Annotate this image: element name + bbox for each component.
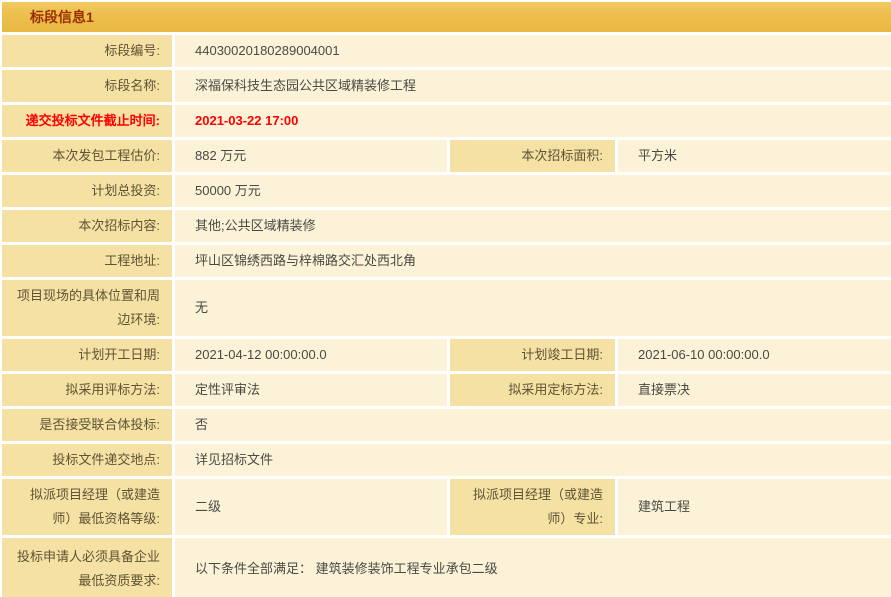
field-label: 拟派项目经理（或建造师）专业: <box>450 479 615 535</box>
field-value: 平方米 <box>618 140 891 172</box>
field-label: 本次招标内容: <box>2 210 172 242</box>
field-value: 坪山区锦绣西路与梓棉路交汇处西北角 <box>175 245 891 277</box>
field-label: 标段编号: <box>2 35 172 67</box>
field-label: 拟派项目经理（或建造师）最低资格等级: <box>2 479 172 535</box>
field-value: 无 <box>175 280 891 336</box>
row-total-investment: 计划总投资: 50000 万元 <box>2 175 891 207</box>
field-label: 计划总投资: <box>2 175 172 207</box>
field-value: 44030020180289004001 <box>175 35 891 67</box>
field-label: 拟采用评标方法: <box>2 374 172 406</box>
row-bid-deadline: 递交投标文件截止时间: 2021-03-22 17:00 <box>2 105 891 137</box>
field-value: 直接票决 <box>618 374 891 406</box>
field-value: 建筑工程 <box>618 479 891 535</box>
row-estimate-and-area: 本次发包工程估价: 882 万元 本次招标面积: 平方米 <box>2 140 891 172</box>
field-value: 深福保科技生态园公共区域精装修工程 <box>175 70 891 102</box>
row-start-end-dates: 计划开工日期: 2021-04-12 00:00:00.0 计划竣工日期: 20… <box>2 339 891 371</box>
field-value: 其他;公共区域精装修 <box>175 210 891 242</box>
section-title: 标段信息1 <box>30 7 94 27</box>
field-label: 工程地址: <box>2 245 172 277</box>
row-consortium-bid: 是否接受联合体投标: 否 <box>2 409 891 441</box>
field-value: 二级 <box>175 479 447 535</box>
field-label: 是否接受联合体投标: <box>2 409 172 441</box>
field-value: 否 <box>175 409 891 441</box>
row-section-number: 标段编号: 44030020180289004001 <box>2 35 891 67</box>
field-label: 投标申请人必须具备企业最低资质要求: <box>2 538 172 597</box>
field-value: 2021-03-22 17:00 <box>175 105 891 137</box>
field-value: 2021-06-10 00:00:00.0 <box>618 339 891 371</box>
field-label: 计划开工日期: <box>2 339 172 371</box>
field-value: 定性评审法 <box>175 374 447 406</box>
row-submission-place: 投标文件递交地点: 详见招标文件 <box>2 444 891 476</box>
row-project-manager: 拟派项目经理（或建造师）最低资格等级: 二级 拟派项目经理（或建造师）专业: 建… <box>2 479 891 535</box>
row-qualification-requirements: 投标申请人必须具备企业最低资质要求: 以下条件全部满足： 建筑装修装饰工程专业承… <box>2 538 891 597</box>
field-label: 本次发包工程估价: <box>2 140 172 172</box>
field-value: 50000 万元 <box>175 175 891 207</box>
field-label: 标段名称: <box>2 70 172 102</box>
field-value: 详见招标文件 <box>175 444 891 476</box>
row-bid-content: 本次招标内容: 其他;公共区域精装修 <box>2 210 891 242</box>
tender-section-panel: 标段信息1 标段编号: 44030020180289004001 标段名称: 深… <box>0 0 891 597</box>
field-label: 拟采用定标方法: <box>450 374 615 406</box>
field-label: 递交投标文件截止时间: <box>2 105 172 137</box>
row-project-address: 工程地址: 坪山区锦绣西路与梓棉路交汇处西北角 <box>2 245 891 277</box>
field-value: 882 万元 <box>175 140 447 172</box>
field-value: 以下条件全部满足： 建筑装修装饰工程专业承包二级 <box>175 538 891 597</box>
field-label: 计划竣工日期: <box>450 339 615 371</box>
section-info-table: 标段信息1 标段编号: 44030020180289004001 标段名称: 深… <box>0 0 891 597</box>
row-section-name: 标段名称: 深福保科技生态园公共区域精装修工程 <box>2 70 891 102</box>
row-site-environment: 项目现场的具体位置和周边环境: 无 <box>2 280 891 336</box>
section-header: 标段信息1 <box>2 2 891 32</box>
field-label: 本次招标面积: <box>450 140 615 172</box>
row-evaluation-methods: 拟采用评标方法: 定性评审法 拟采用定标方法: 直接票决 <box>2 374 891 406</box>
field-value: 2021-04-12 00:00:00.0 <box>175 339 447 371</box>
field-label: 投标文件递交地点: <box>2 444 172 476</box>
field-label: 项目现场的具体位置和周边环境: <box>2 280 172 336</box>
